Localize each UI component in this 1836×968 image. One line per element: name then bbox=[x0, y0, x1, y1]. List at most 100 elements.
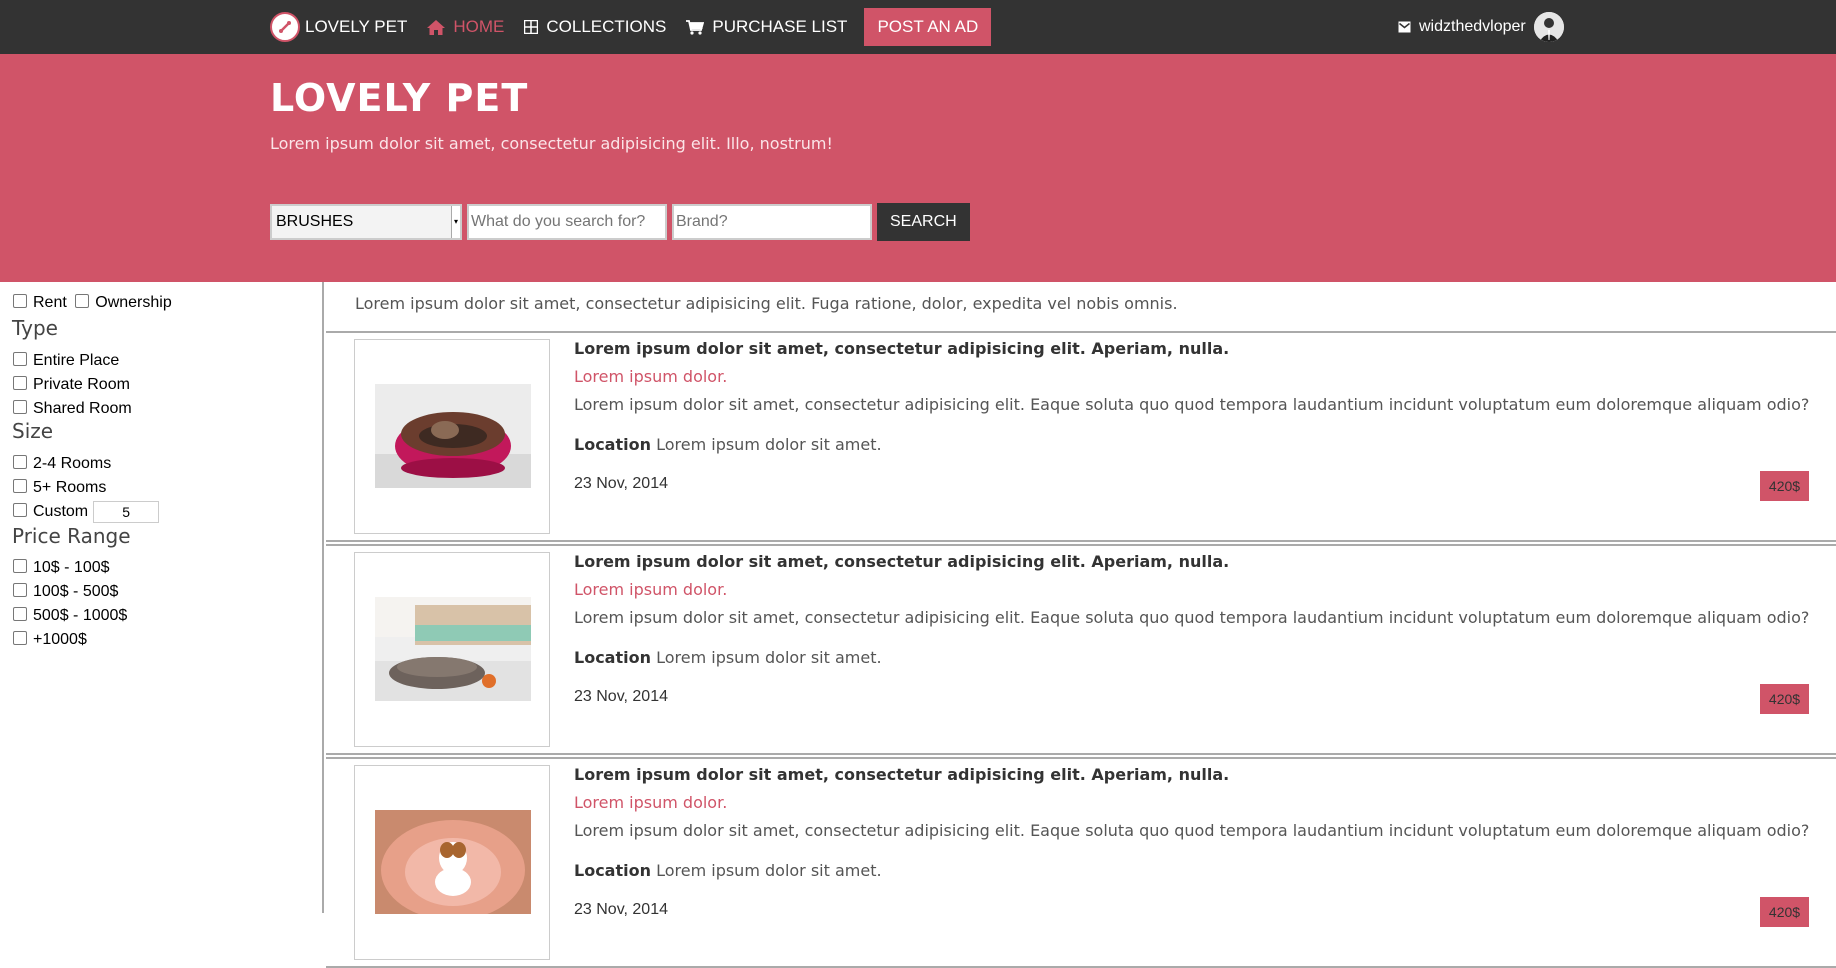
home-icon bbox=[427, 19, 446, 35]
listing-date: 23 Nov, 2014 bbox=[574, 475, 668, 492]
listing-location: Location Lorem ipsum dolor sit amet. bbox=[574, 861, 882, 880]
listing-title[interactable]: Lorem ipsum dolor sit amet, consectetur … bbox=[574, 552, 1229, 571]
price-badge: 420$ bbox=[1760, 471, 1809, 501]
type-label: Shared Room bbox=[33, 400, 132, 417]
price-option[interactable]: 100$ - 500$ bbox=[13, 583, 118, 601]
type-heading: Type bbox=[12, 316, 58, 340]
price-option[interactable]: 10$ - 100$ bbox=[13, 559, 110, 577]
location-value: Lorem ipsum dolor sit amet. bbox=[656, 861, 882, 880]
price-label: +1000$ bbox=[33, 631, 87, 648]
listing-card[interactable]: Lorem ipsum dolor sit amet, consectetur … bbox=[326, 331, 1836, 542]
listing-title[interactable]: Lorem ipsum dolor sit amet, consectetur … bbox=[574, 765, 1229, 784]
chevron-down-icon: ▾ bbox=[451, 206, 460, 238]
location-value: Lorem ipsum dolor sit amet. bbox=[656, 435, 882, 454]
rent-checkbox[interactable] bbox=[13, 294, 27, 308]
price-checkbox[interactable] bbox=[13, 631, 27, 645]
listing-image-frame[interactable] bbox=[354, 552, 550, 747]
size-heading: Size bbox=[12, 419, 54, 443]
nav-purchase-list-label: PURCHASE LIST bbox=[712, 17, 848, 36]
cart-icon bbox=[686, 19, 705, 35]
listing-subtitle: Lorem ipsum dolor. bbox=[574, 793, 728, 812]
price-heading: Price Range bbox=[12, 524, 131, 548]
listing-description: Lorem ipsum dolor sit amet, consectetur … bbox=[574, 821, 1810, 840]
price-label: 500$ - 1000$ bbox=[33, 607, 128, 624]
filter-sidebar: Rent Ownership Type Entire Place Private… bbox=[0, 282, 324, 913]
rent-label: Rent bbox=[33, 294, 67, 311]
type-checkbox[interactable] bbox=[13, 400, 27, 414]
location-label: Location bbox=[574, 435, 651, 454]
price-badge: 420$ bbox=[1760, 897, 1809, 927]
type-option[interactable]: Entire Place bbox=[13, 352, 119, 370]
username: widzthedvloper bbox=[1419, 18, 1526, 35]
pet-bed-image bbox=[375, 384, 531, 488]
brand-link[interactable]: LOVELY PET bbox=[270, 12, 407, 42]
custom-checkbox[interactable] bbox=[13, 503, 27, 518]
price-checkbox[interactable] bbox=[13, 583, 27, 597]
user-menu[interactable]: widzthedvloper bbox=[1398, 0, 1564, 54]
size-label: 5+ Rooms bbox=[33, 479, 107, 496]
listing-date: 23 Nov, 2014 bbox=[574, 688, 668, 705]
ownership-checkbox[interactable] bbox=[75, 294, 90, 308]
hero-banner: LOVELY PET Lorem ipsum dolor sit amet, c… bbox=[0, 54, 1836, 282]
listing-date: 23 Nov, 2014 bbox=[574, 901, 668, 918]
type-checkbox[interactable] bbox=[13, 376, 27, 390]
size-option[interactable]: 2-4 Rooms bbox=[13, 455, 111, 473]
ownership-label: Ownership bbox=[95, 294, 172, 311]
mail-icon bbox=[1398, 21, 1411, 33]
search-input[interactable] bbox=[467, 204, 667, 240]
brand-input[interactable] bbox=[672, 204, 872, 240]
type-checkbox[interactable] bbox=[13, 352, 27, 366]
page-title: LOVELY PET bbox=[270, 76, 529, 120]
search-bar: BRUSHES ▾ SEARCH bbox=[270, 203, 970, 241]
grid-icon bbox=[524, 20, 539, 34]
price-checkbox[interactable] bbox=[13, 559, 27, 573]
listing-image-frame[interactable] bbox=[354, 765, 550, 960]
size-custom-option: Custom 5 bbox=[13, 501, 160, 523]
avatar[interactable] bbox=[1533, 12, 1564, 42]
custom-label: Custom bbox=[33, 503, 89, 521]
nav-home-label: HOME bbox=[453, 17, 505, 36]
paw-logo-icon bbox=[270, 12, 300, 42]
listing-description: Lorem ipsum dolor sit amet, consectetur … bbox=[574, 608, 1810, 627]
type-label: Private Room bbox=[33, 376, 130, 393]
listing-image-frame[interactable] bbox=[354, 339, 550, 534]
pet-bed-image bbox=[375, 597, 531, 701]
type-option[interactable]: Shared Room bbox=[13, 400, 132, 418]
price-label: 100$ - 500$ bbox=[33, 583, 119, 600]
category-selected: BRUSHES bbox=[276, 213, 354, 230]
listing-card[interactable]: Lorem ipsum dolor sit amet, consectetur … bbox=[326, 757, 1836, 968]
category-select[interactable]: BRUSHES ▾ bbox=[270, 204, 462, 240]
hero-subtitle: Lorem ipsum dolor sit amet, consectetur … bbox=[270, 134, 833, 153]
nav-purchase-list[interactable]: PURCHASE LIST bbox=[686, 17, 847, 37]
nav-collections[interactable]: COLLECTIONS bbox=[524, 17, 666, 37]
top-navbar: LOVELY PET HOME COLLECTIONS PURCHASE LIS… bbox=[0, 0, 1836, 54]
size-checkbox[interactable] bbox=[13, 479, 27, 493]
size-label: 2-4 Rooms bbox=[33, 455, 112, 472]
listing-location: Location Lorem ipsum dolor sit amet. bbox=[574, 435, 882, 454]
listing-subtitle: Lorem ipsum dolor. bbox=[574, 367, 728, 386]
listing-description: Lorem ipsum dolor sit amet, consectetur … bbox=[574, 395, 1810, 414]
tenure-filter: Rent Ownership bbox=[13, 294, 172, 312]
search-button[interactable]: SEARCH bbox=[877, 203, 970, 241]
size-checkbox[interactable] bbox=[13, 455, 27, 469]
price-option[interactable]: 500$ - 1000$ bbox=[13, 607, 127, 625]
price-checkbox[interactable] bbox=[13, 607, 27, 621]
type-label: Entire Place bbox=[33, 352, 120, 369]
price-badge: 420$ bbox=[1760, 684, 1809, 714]
nav-home[interactable]: HOME bbox=[427, 17, 504, 37]
location-label: Location bbox=[574, 861, 651, 880]
price-option[interactable]: +1000$ bbox=[13, 631, 87, 649]
listings-intro: Lorem ipsum dolor sit amet, consectetur … bbox=[355, 294, 1178, 313]
post-ad-button[interactable]: POST AN AD bbox=[864, 8, 992, 46]
pet-bed-image bbox=[375, 810, 531, 914]
size-option[interactable]: 5+ Rooms bbox=[13, 479, 106, 497]
price-label: 10$ - 100$ bbox=[33, 559, 110, 576]
nav-collections-label: COLLECTIONS bbox=[546, 17, 667, 36]
custom-size-input[interactable]: 5 bbox=[93, 501, 160, 523]
location-label: Location bbox=[574, 648, 651, 667]
type-option[interactable]: Private Room bbox=[13, 376, 130, 394]
listing-title[interactable]: Lorem ipsum dolor sit amet, consectetur … bbox=[574, 339, 1229, 358]
listing-location: Location Lorem ipsum dolor sit amet. bbox=[574, 648, 882, 667]
listing-subtitle: Lorem ipsum dolor. bbox=[574, 580, 728, 599]
listing-card[interactable]: Lorem ipsum dolor sit amet, consectetur … bbox=[326, 544, 1836, 755]
